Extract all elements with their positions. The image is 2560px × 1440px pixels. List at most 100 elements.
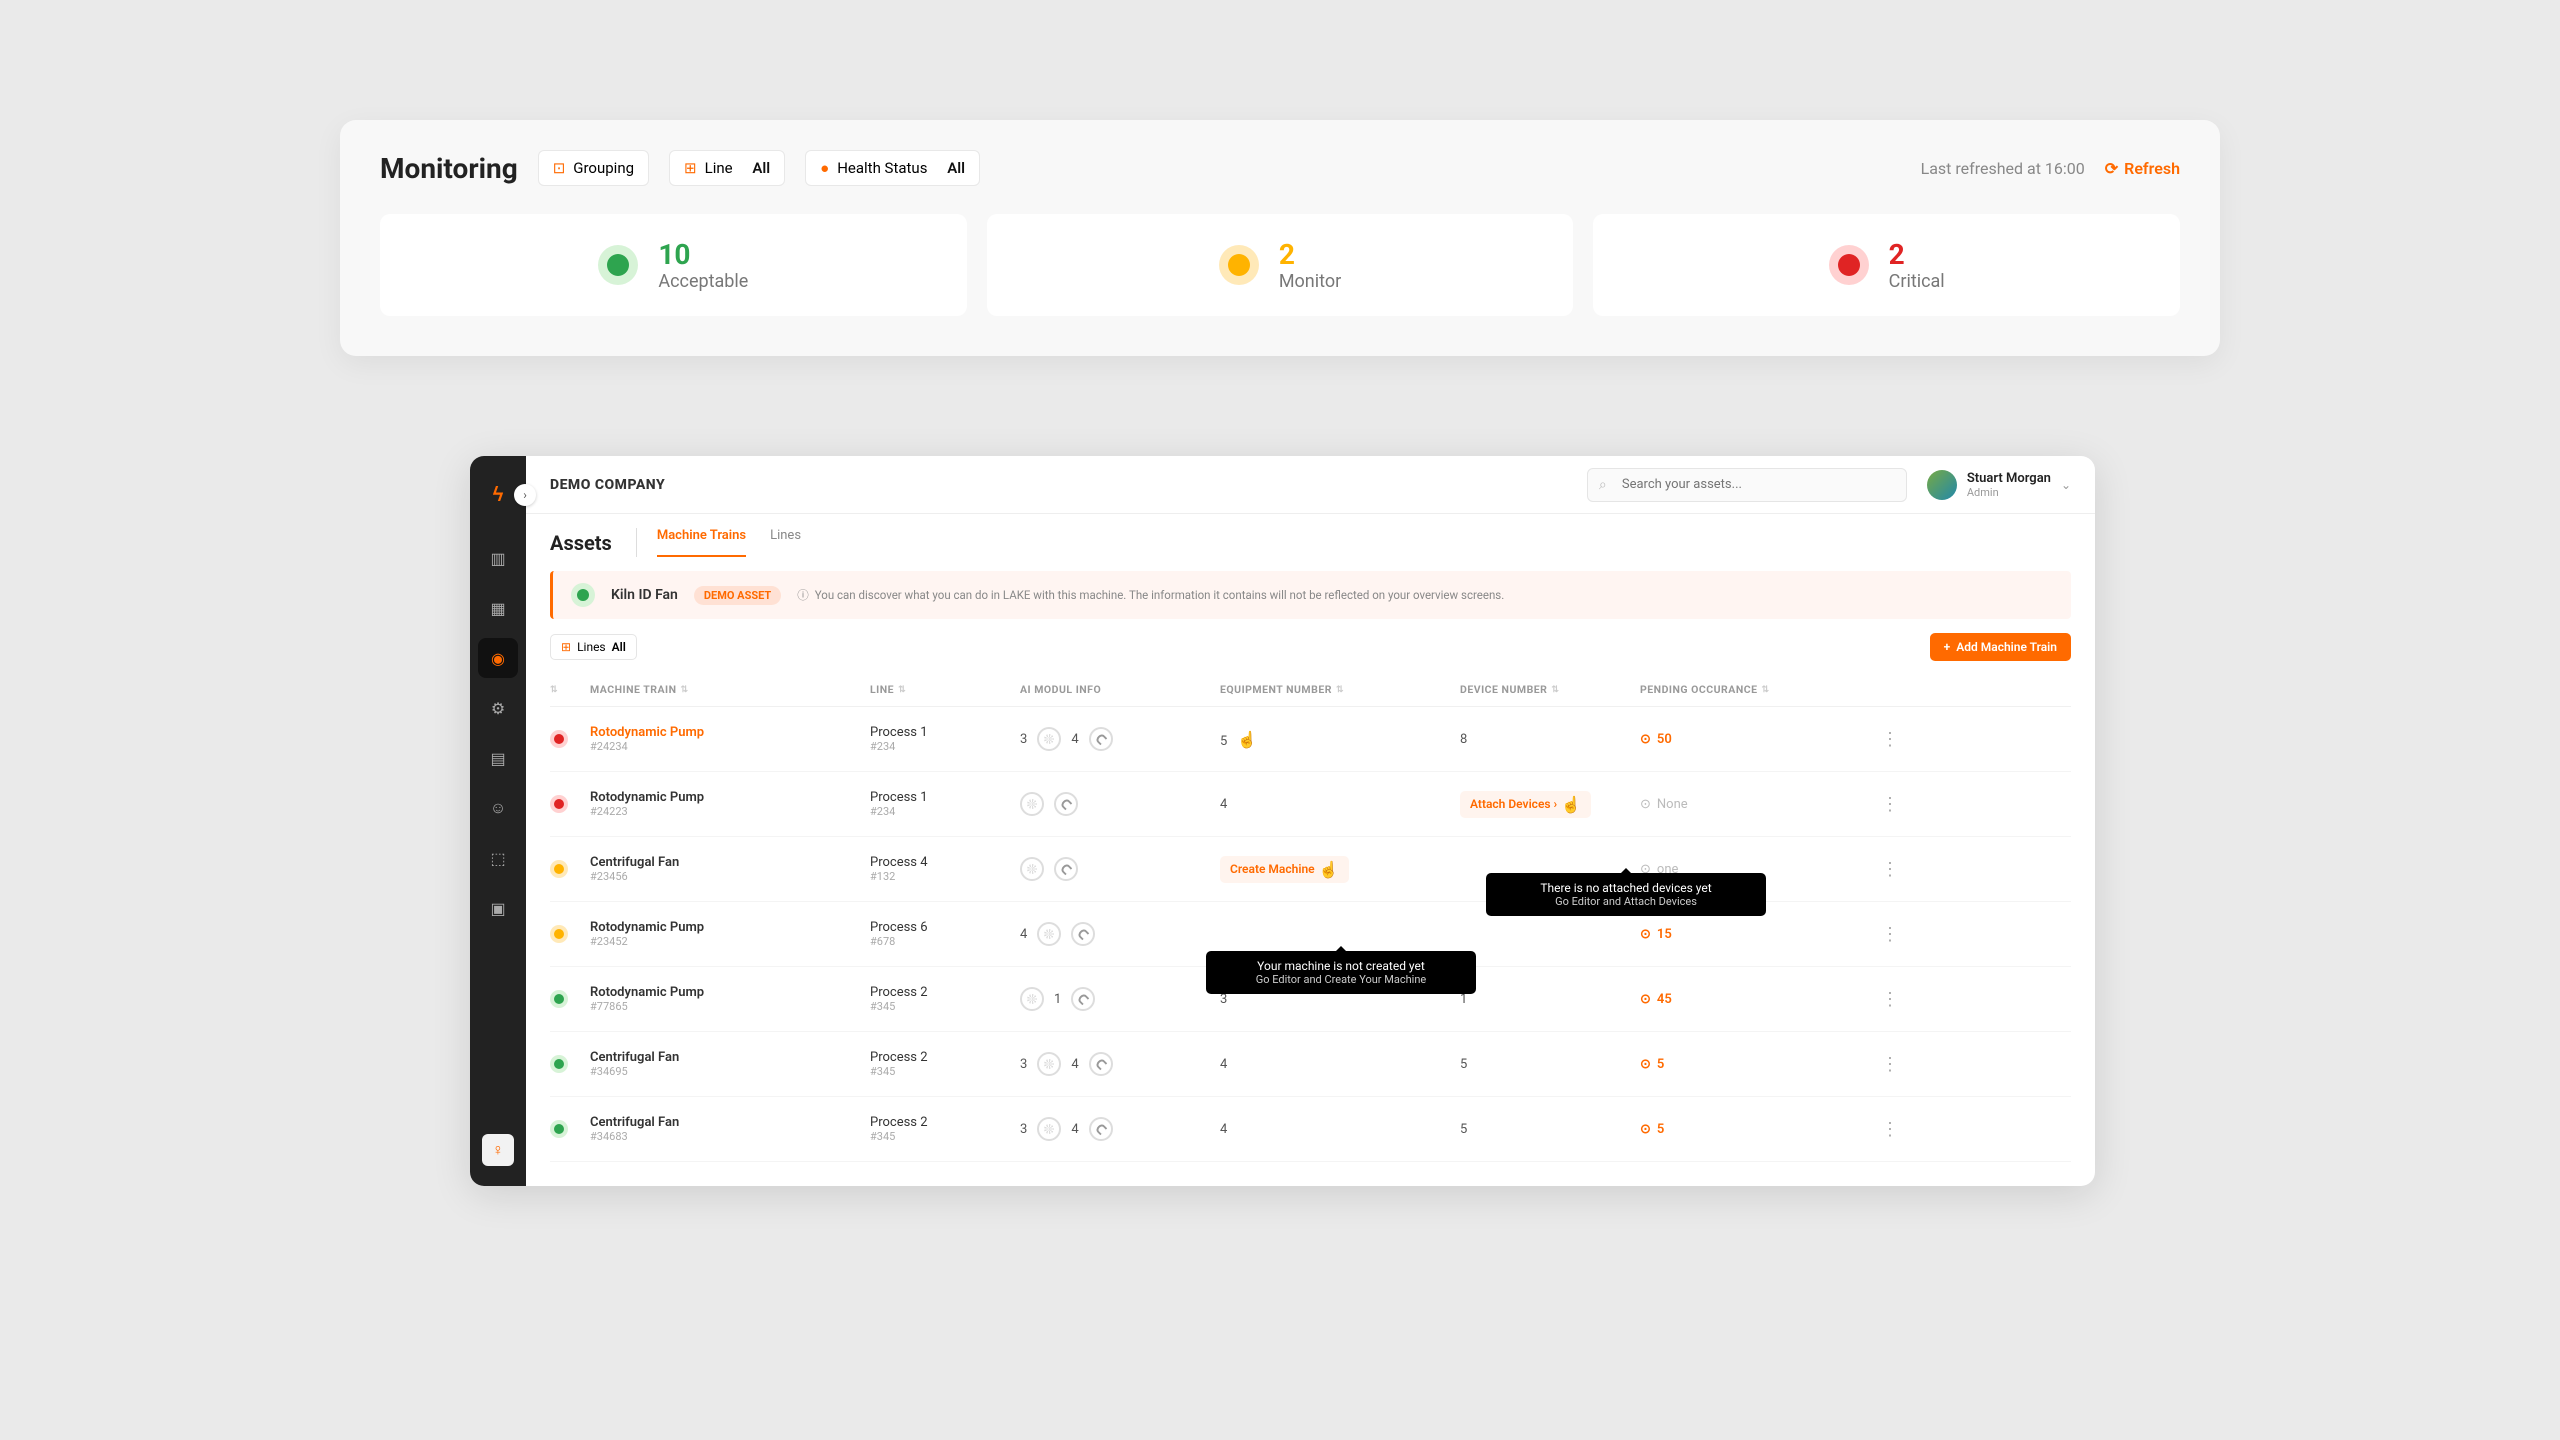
- status-card-acceptable[interactable]: 10 Acceptable: [380, 214, 967, 316]
- create-machine-link[interactable]: Create Machine ☝: [1220, 856, 1349, 883]
- hand-cursor-icon: ☝: [1237, 730, 1257, 749]
- nav-help-icon[interactable]: ♀: [482, 1134, 514, 1166]
- row-line-id: #234: [870, 740, 1020, 753]
- row-line-id: #132: [870, 870, 1020, 883]
- row-menu-icon[interactable]: ⋮: [1860, 1054, 1920, 1075]
- warning-icon: ⊙: [1640, 1057, 1651, 1072]
- row-menu-icon[interactable]: ⋮: [1860, 1119, 1920, 1140]
- info-icon: ⓘ: [797, 587, 809, 603]
- tab-lines[interactable]: Lines: [770, 528, 801, 557]
- last-refreshed: Last refreshed at 16:00: [1921, 159, 2085, 178]
- row-line: Process 4: [870, 855, 1020, 870]
- ai-gauge-icon: [1071, 987, 1095, 1011]
- ai-gauge-icon: [1037, 922, 1061, 946]
- hand-cursor-icon: ☝: [1319, 860, 1339, 879]
- nav-assets-icon[interactable]: ◉: [478, 638, 518, 678]
- line-filter[interactable]: ⊞ Line All: [669, 150, 785, 186]
- nav-reports-icon[interactable]: ⬚: [478, 838, 518, 878]
- ai-gauge-icon: [1089, 727, 1113, 751]
- tabs: Machine Trains Lines: [636, 528, 801, 557]
- table-row[interactable]: Centrifugal Fan#23456Process 4#132 Create…: [550, 837, 2071, 902]
- row-name: Rotodynamic Pump: [590, 985, 870, 1000]
- row-name: Rotodynamic Pump: [590, 920, 870, 935]
- table-row[interactable]: Centrifugal Fan#34683Process 2#3453445⊙5…: [550, 1097, 2071, 1162]
- table-row[interactable]: Rotodynamic Pump#24234Process 1#234345 ☝…: [550, 707, 2071, 772]
- row-line: Process 2: [870, 1115, 1020, 1130]
- row-menu-icon[interactable]: ⋮: [1860, 794, 1920, 815]
- refresh-button[interactable]: ⟳ Refresh: [2105, 159, 2180, 178]
- ai-gauge-icon: [1054, 857, 1078, 881]
- sort-icon[interactable]: ⇅: [681, 685, 689, 695]
- row-menu-icon[interactable]: ⋮: [1860, 989, 1920, 1010]
- sort-icon[interactable]: ⇅: [898, 685, 906, 695]
- row-menu-icon[interactable]: ⋮: [1860, 729, 1920, 750]
- col-machine-train: MACHINE TRAIN: [590, 683, 677, 696]
- status-card-monitor[interactable]: 2 Monitor: [987, 214, 1574, 316]
- status-dot-icon: [550, 1120, 568, 1138]
- sort-icon[interactable]: ⇅: [1551, 685, 1559, 695]
- row-name: Centrifugal Fan: [590, 855, 870, 870]
- tooltip-title: Your machine is not created yet: [1220, 959, 1462, 973]
- status-dot-icon: [550, 795, 568, 813]
- ai-value: 1: [1054, 992, 1061, 1007]
- ai-value: 4: [1020, 927, 1027, 942]
- ai-gauge-icon: [1037, 1052, 1061, 1076]
- ai-gauge-icon: [1054, 792, 1078, 816]
- tooltip-create-machine: Your machine is not created yet Go Edito…: [1206, 951, 1476, 994]
- health-filter-label: Health Status: [837, 159, 927, 177]
- col-equipment-number: EQUIPMENT NUMBER: [1220, 683, 1332, 696]
- tooltip-sub: Go Editor and Create Your Machine: [1220, 973, 1462, 986]
- row-menu-icon[interactable]: ⋮: [1860, 859, 1920, 880]
- row-line-id: #345: [870, 1000, 1020, 1013]
- health-filter-icon: ●: [820, 159, 829, 177]
- nav-settings-icon[interactable]: ⚙: [478, 688, 518, 728]
- tab-machine-trains[interactable]: Machine Trains: [657, 528, 746, 557]
- main-content: DEMO COMPANY ⌕ Stuart Morgan Admin ⌄ Ass…: [526, 456, 2095, 1186]
- row-pending: 5: [1657, 1122, 1664, 1137]
- col-pending-occurance: PENDING OCCURANCE: [1640, 683, 1758, 696]
- health-filter-value: All: [947, 159, 965, 177]
- sidebar-collapse-icon[interactable]: ›: [514, 484, 536, 506]
- row-device: 5: [1460, 1057, 1467, 1072]
- nav-calendar-icon[interactable]: ▤: [478, 738, 518, 778]
- nav-lines-icon[interactable]: ▦: [478, 588, 518, 628]
- nav-dashboard-icon[interactable]: ▥: [478, 538, 518, 578]
- hand-cursor-icon: ☝: [1561, 795, 1581, 814]
- search-input[interactable]: [1587, 468, 1907, 502]
- banner-asset-name: Kiln ID Fan: [611, 587, 678, 603]
- status-dot-icon: [550, 730, 568, 748]
- row-line: Process 2: [870, 985, 1020, 1000]
- page-title: Assets: [550, 531, 612, 555]
- row-asset-id: #24223: [590, 805, 870, 818]
- nav-archive-icon[interactable]: ▣: [478, 888, 518, 928]
- user-menu[interactable]: Stuart Morgan Admin ⌄: [1927, 470, 2071, 500]
- tooltip-sub: Go Editor and Attach Devices: [1500, 895, 1752, 908]
- sidebar: ϟ › ▥ ▦ ◉ ⚙ ▤ ☺ ⬚ ▣ ♀: [470, 456, 526, 1186]
- add-machine-train-button[interactable]: + Add Machine Train: [1930, 633, 2071, 661]
- row-menu-icon[interactable]: ⋮: [1860, 924, 1920, 945]
- refresh-icon: ⟳: [2105, 159, 2118, 178]
- demo-asset-banner: Kiln ID Fan DEMO ASSET ⓘ You can discove…: [550, 571, 2071, 619]
- ai-gauge-icon: [1089, 1117, 1113, 1141]
- health-filter[interactable]: ● Health Status All: [805, 150, 980, 186]
- ai-gauge-icon: [1020, 792, 1044, 816]
- warning-icon: ⊙: [1640, 797, 1651, 812]
- row-asset-id: #23456: [590, 870, 870, 883]
- lines-filter-chip[interactable]: ⊞ Lines All: [550, 634, 637, 660]
- table-row[interactable]: Rotodynamic Pump#24223Process 1#2344Atta…: [550, 772, 2071, 837]
- sort-icon[interactable]: ⇅: [1336, 685, 1344, 695]
- topbar: DEMO COMPANY ⌕ Stuart Morgan Admin ⌄: [526, 456, 2095, 514]
- lines-chip-label: Lines: [577, 640, 606, 654]
- table-row[interactable]: Centrifugal Fan#34695Process 2#3453445⊙5…: [550, 1032, 2071, 1097]
- demo-asset-badge: DEMO ASSET: [694, 586, 781, 605]
- nav-users-icon[interactable]: ☺: [478, 788, 518, 828]
- row-line-id: #234: [870, 805, 1020, 818]
- sort-icon[interactable]: ⇅: [1762, 685, 1770, 695]
- grouping-filter[interactable]: ⊡ Grouping: [538, 150, 649, 186]
- ai-value: 4: [1071, 1122, 1078, 1137]
- sort-icon[interactable]: ⇅: [550, 685, 558, 695]
- ai-value: 3: [1020, 732, 1027, 747]
- search-wrap: ⌕: [1587, 468, 1907, 502]
- status-card-critical[interactable]: 2 Critical: [1593, 214, 2180, 316]
- attach-devices-link[interactable]: Attach Devices ›☝: [1460, 791, 1591, 818]
